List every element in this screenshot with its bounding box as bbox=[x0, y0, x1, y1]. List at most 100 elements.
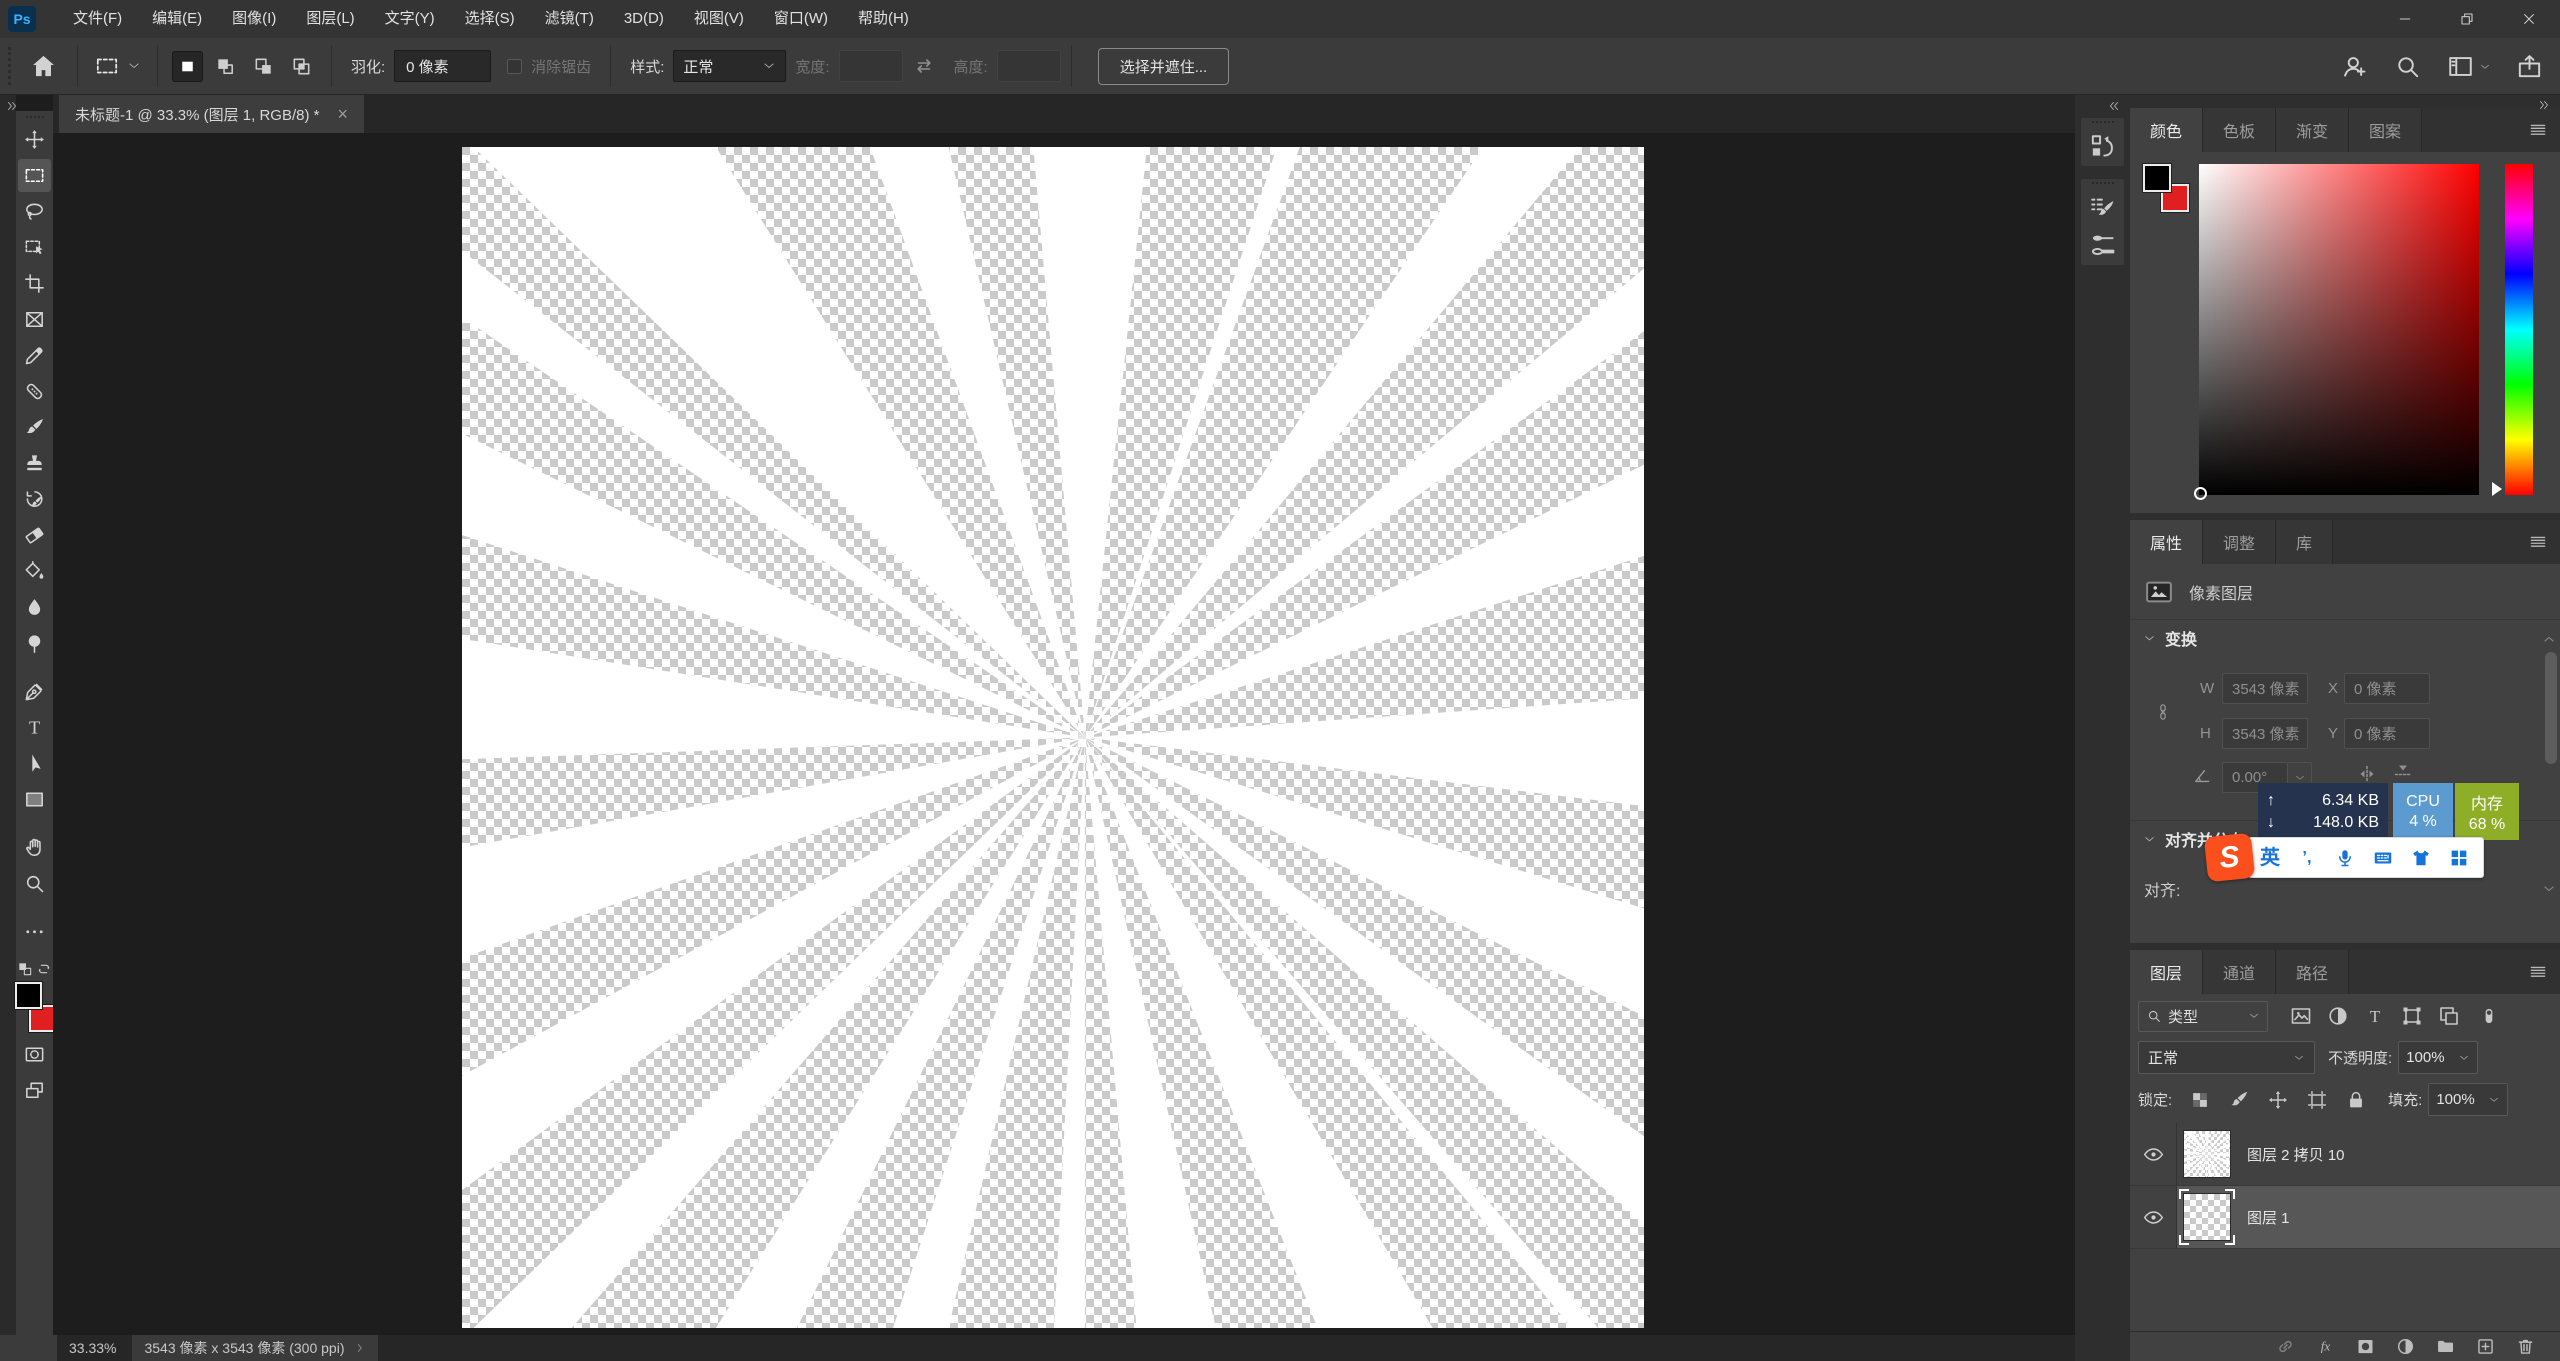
tool-clone-stamp[interactable] bbox=[18, 447, 51, 480]
scroll-down-icon[interactable] bbox=[2542, 882, 2556, 896]
eye-icon[interactable] bbox=[2142, 1206, 2165, 1229]
search-icon[interactable] bbox=[2393, 52, 2422, 81]
lock-transparency-icon[interactable] bbox=[2189, 1089, 2211, 1111]
menu-layer[interactable]: 图层(L) bbox=[291, 0, 369, 38]
menu-filter[interactable]: 滤镜(T) bbox=[530, 0, 609, 38]
net-speed-widget[interactable]: ↑ 6.34 KB ↓ 148.0 KB CPU 4 % 内存 68 % bbox=[2258, 783, 2519, 840]
dock-gripper[interactable] bbox=[2091, 121, 2114, 123]
filter-shape-layers-icon[interactable] bbox=[2400, 1004, 2424, 1028]
tool-move[interactable] bbox=[18, 123, 51, 156]
skin-icon[interactable] bbox=[2410, 847, 2432, 869]
layer-row-1[interactable]: 图层 2 拷贝 10 bbox=[2128, 1076, 2560, 1233]
layer-thumbnail[interactable] bbox=[2179, 1189, 2235, 1245]
tool-rectangular-marquee[interactable] bbox=[18, 159, 51, 192]
layer-row-main[interactable]: 图层 2 拷贝 10 bbox=[2128, 1076, 2560, 1233]
menu-edit[interactable]: 编辑(E) bbox=[137, 0, 217, 38]
menu-select[interactable]: 选择(S) bbox=[450, 0, 530, 38]
layer-style-icon[interactable]: fx bbox=[2315, 1336, 2336, 1357]
fill-input[interactable]: 100% bbox=[2428, 1083, 2509, 1116]
style-select[interactable]: 正常 bbox=[673, 50, 787, 82]
menu-type[interactable]: 文字(Y) bbox=[370, 0, 450, 38]
layer-visibility-cell[interactable] bbox=[2130, 1186, 2177, 1248]
link-layers-icon[interactable] bbox=[2275, 1336, 2296, 1357]
tool-brush[interactable] bbox=[18, 411, 51, 444]
tool-crop[interactable] bbox=[18, 267, 51, 300]
punctuation-icon[interactable]: ’, bbox=[2296, 847, 2318, 869]
tool-eyedropper[interactable] bbox=[18, 339, 51, 372]
default-colors-icon[interactable] bbox=[17, 961, 33, 977]
new-selection-button[interactable] bbox=[172, 50, 203, 82]
restore-button[interactable] bbox=[2436, 0, 2498, 38]
zoom-level[interactable]: 33.33% bbox=[69, 1340, 116, 1356]
hue-slider-thumb[interactable] bbox=[2492, 482, 2502, 496]
filter-type-layers-icon[interactable]: T bbox=[2363, 1004, 2387, 1028]
width-input[interactable] bbox=[838, 50, 903, 82]
eye-icon[interactable] bbox=[2142, 1143, 2165, 1166]
menu-window[interactable]: 窗口(W) bbox=[759, 0, 843, 38]
sogou-logo-icon[interactable]: S bbox=[2203, 832, 2256, 883]
add-selection-button[interactable] bbox=[210, 51, 241, 82]
scroll-up-icon[interactable] bbox=[2542, 632, 2556, 646]
flip-vertical-icon[interactable] bbox=[2390, 760, 2416, 784]
height-field[interactable]: 3543 像素 bbox=[2222, 718, 2308, 749]
filter-adjustment-layers-icon[interactable] bbox=[2326, 1004, 2350, 1028]
link-dimensions-icon[interactable] bbox=[2154, 688, 2172, 736]
color-tab-gradients[interactable]: 渐变 bbox=[2276, 108, 2350, 152]
dock-gripper[interactable] bbox=[2091, 182, 2114, 184]
hue-slider[interactable] bbox=[2492, 164, 2533, 496]
tool-dodge[interactable] bbox=[18, 627, 51, 660]
workspace-picker[interactable] bbox=[2446, 52, 2491, 81]
width-field[interactable]: 3543 像素 bbox=[2222, 673, 2308, 704]
quick-mask-button[interactable] bbox=[18, 1038, 51, 1071]
layers-tab-channels[interactable]: 通道 bbox=[2203, 950, 2277, 994]
tool-more-tools[interactable] bbox=[18, 915, 51, 948]
properties-tab-libraries[interactable]: 库 bbox=[2276, 520, 2334, 564]
account-icon[interactable] bbox=[2340, 52, 2369, 81]
tool-frame[interactable] bbox=[18, 303, 51, 336]
microphone-icon[interactable] bbox=[2334, 847, 2356, 869]
layer-row-main[interactable]: 图层 1 bbox=[2177, 1186, 2560, 1248]
lock-artboard-icon[interactable] bbox=[2306, 1089, 2328, 1111]
lock-pixels-icon[interactable] bbox=[2228, 1089, 2250, 1111]
tool-rectangle[interactable] bbox=[18, 783, 51, 816]
minimize-button[interactable] bbox=[2374, 0, 2436, 38]
subtract-selection-button[interactable] bbox=[248, 51, 279, 82]
color-panel-menu-icon[interactable] bbox=[2528, 120, 2548, 140]
document-canvas[interactable] bbox=[0, 0, 2560, 1361]
brushes-panel-icon[interactable] bbox=[2088, 231, 2117, 260]
color-picker-ring[interactable] bbox=[2194, 487, 2207, 500]
close-button[interactable] bbox=[2498, 0, 2560, 38]
document-info[interactable]: 3543 像素 x 3543 像素 (300 ppi) bbox=[132, 1335, 379, 1361]
tool-spot-healing-brush[interactable] bbox=[18, 375, 51, 408]
filter-smart-objects-icon[interactable] bbox=[2437, 1004, 2461, 1028]
tool-blur[interactable] bbox=[18, 591, 51, 624]
tool-type[interactable]: T bbox=[18, 711, 51, 744]
tool-eraser[interactable] bbox=[18, 519, 51, 552]
new-group-icon[interactable] bbox=[2435, 1336, 2456, 1357]
layer-thumbnail[interactable] bbox=[2128, 1076, 2285, 1233]
background-color-swatch[interactable] bbox=[27, 1004, 57, 1033]
layers-panel-menu-icon[interactable] bbox=[2528, 962, 2548, 982]
x-field[interactable]: 0 像素 bbox=[2344, 673, 2430, 704]
properties-tab-properties[interactable]: 属性 bbox=[2130, 520, 2204, 564]
tool-lasso[interactable] bbox=[18, 195, 51, 228]
toolbox-icon[interactable] bbox=[2448, 847, 2470, 869]
lock-position-icon[interactable] bbox=[2267, 1089, 2289, 1111]
tool-paint-bucket[interactable] bbox=[18, 555, 51, 588]
keyboard-icon[interactable] bbox=[2372, 847, 2394, 869]
swap-dimensions-icon[interactable] bbox=[912, 54, 936, 78]
expand-panels-icon[interactable] bbox=[2107, 99, 2121, 113]
collapse-panels-icon[interactable] bbox=[2537, 98, 2551, 112]
share-icon[interactable] bbox=[2515, 52, 2544, 81]
home-icon[interactable] bbox=[29, 52, 58, 81]
layers-tab-layers[interactable]: 图层 bbox=[2130, 950, 2204, 994]
properties-panel-menu-icon[interactable] bbox=[2528, 532, 2548, 552]
transform-section-header[interactable]: 变换 bbox=[2130, 620, 2560, 656]
layer-filter-type-select[interactable]: 类型 bbox=[2138, 1000, 2268, 1032]
menu-view[interactable]: 视图(V) bbox=[679, 0, 759, 38]
screen-mode-button[interactable] bbox=[18, 1074, 51, 1107]
filter-toggle-icon[interactable] bbox=[2479, 1004, 2499, 1028]
menu-3d[interactable]: 3D(D) bbox=[609, 0, 679, 38]
layer-visibility-cell[interactable] bbox=[2130, 1123, 2177, 1185]
intersect-selection-button[interactable] bbox=[286, 51, 317, 82]
